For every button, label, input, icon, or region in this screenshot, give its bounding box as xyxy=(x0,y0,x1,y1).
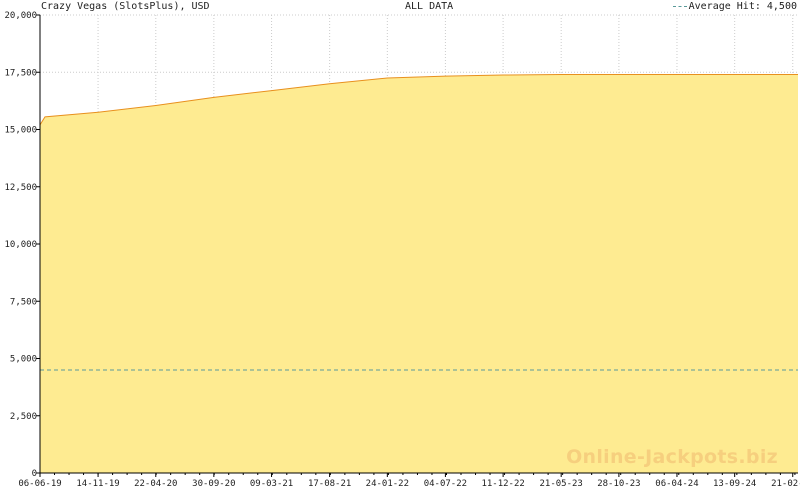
y-tick-labels: 0 2,500 5,000 7,500 10,000 12,500 15,000 17,500… xyxy=(4,11,37,479)
y-tick-label: 17,500 xyxy=(4,68,37,78)
y-tick-label: 2,500 xyxy=(10,412,37,422)
x-tick-label: 09-03-21 xyxy=(250,479,293,489)
x-tick-label: 04-07-22 xyxy=(424,479,467,489)
x-tick-label: 21-02-25 xyxy=(771,479,800,489)
chart-plot: 0 2,500 5,000 7,500 10,000 12,500 15,000 17,500… xyxy=(4,11,800,489)
y-tick-label: 5,000 xyxy=(10,355,37,365)
x-tick-labels: 06-06-19 14-11-19 22-04-20 30-09-20 09-03-21… xyxy=(18,479,800,489)
y-tick-label: 15,000 xyxy=(4,126,37,136)
area-layer xyxy=(39,74,798,473)
y-tick-label: 20,000 xyxy=(4,11,37,21)
jackpot-chart: Crazy Vegas (SlotsPlus), USD ALL DATA Av… xyxy=(0,0,800,490)
x-tick-label: 22-04-20 xyxy=(134,479,177,489)
x-tick-label: 14-11-19 xyxy=(76,479,119,489)
y-tick-label: 7,500 xyxy=(10,297,37,307)
x-tick-label: 24-01-22 xyxy=(366,479,409,489)
x-tick-label: 28-10-23 xyxy=(597,479,640,489)
x-tick-label: 17-08-21 xyxy=(308,479,351,489)
x-tick-label: 21-05-23 xyxy=(540,479,583,489)
area-fill xyxy=(40,74,798,473)
y-tick-label: 0 xyxy=(32,469,37,479)
y-tick-label: 10,000 xyxy=(4,240,37,250)
x-tick-label: 06-04-24 xyxy=(655,479,698,489)
watermark: Online-Jackpots.biz xyxy=(566,446,778,468)
x-tick-label: 11-12-22 xyxy=(481,479,524,489)
x-tick-label: 30-09-20 xyxy=(192,479,235,489)
x-tick-label: 13-09-24 xyxy=(713,479,756,489)
x-tick-label: 06-06-19 xyxy=(18,479,61,489)
y-tick-label: 12,500 xyxy=(4,183,37,193)
